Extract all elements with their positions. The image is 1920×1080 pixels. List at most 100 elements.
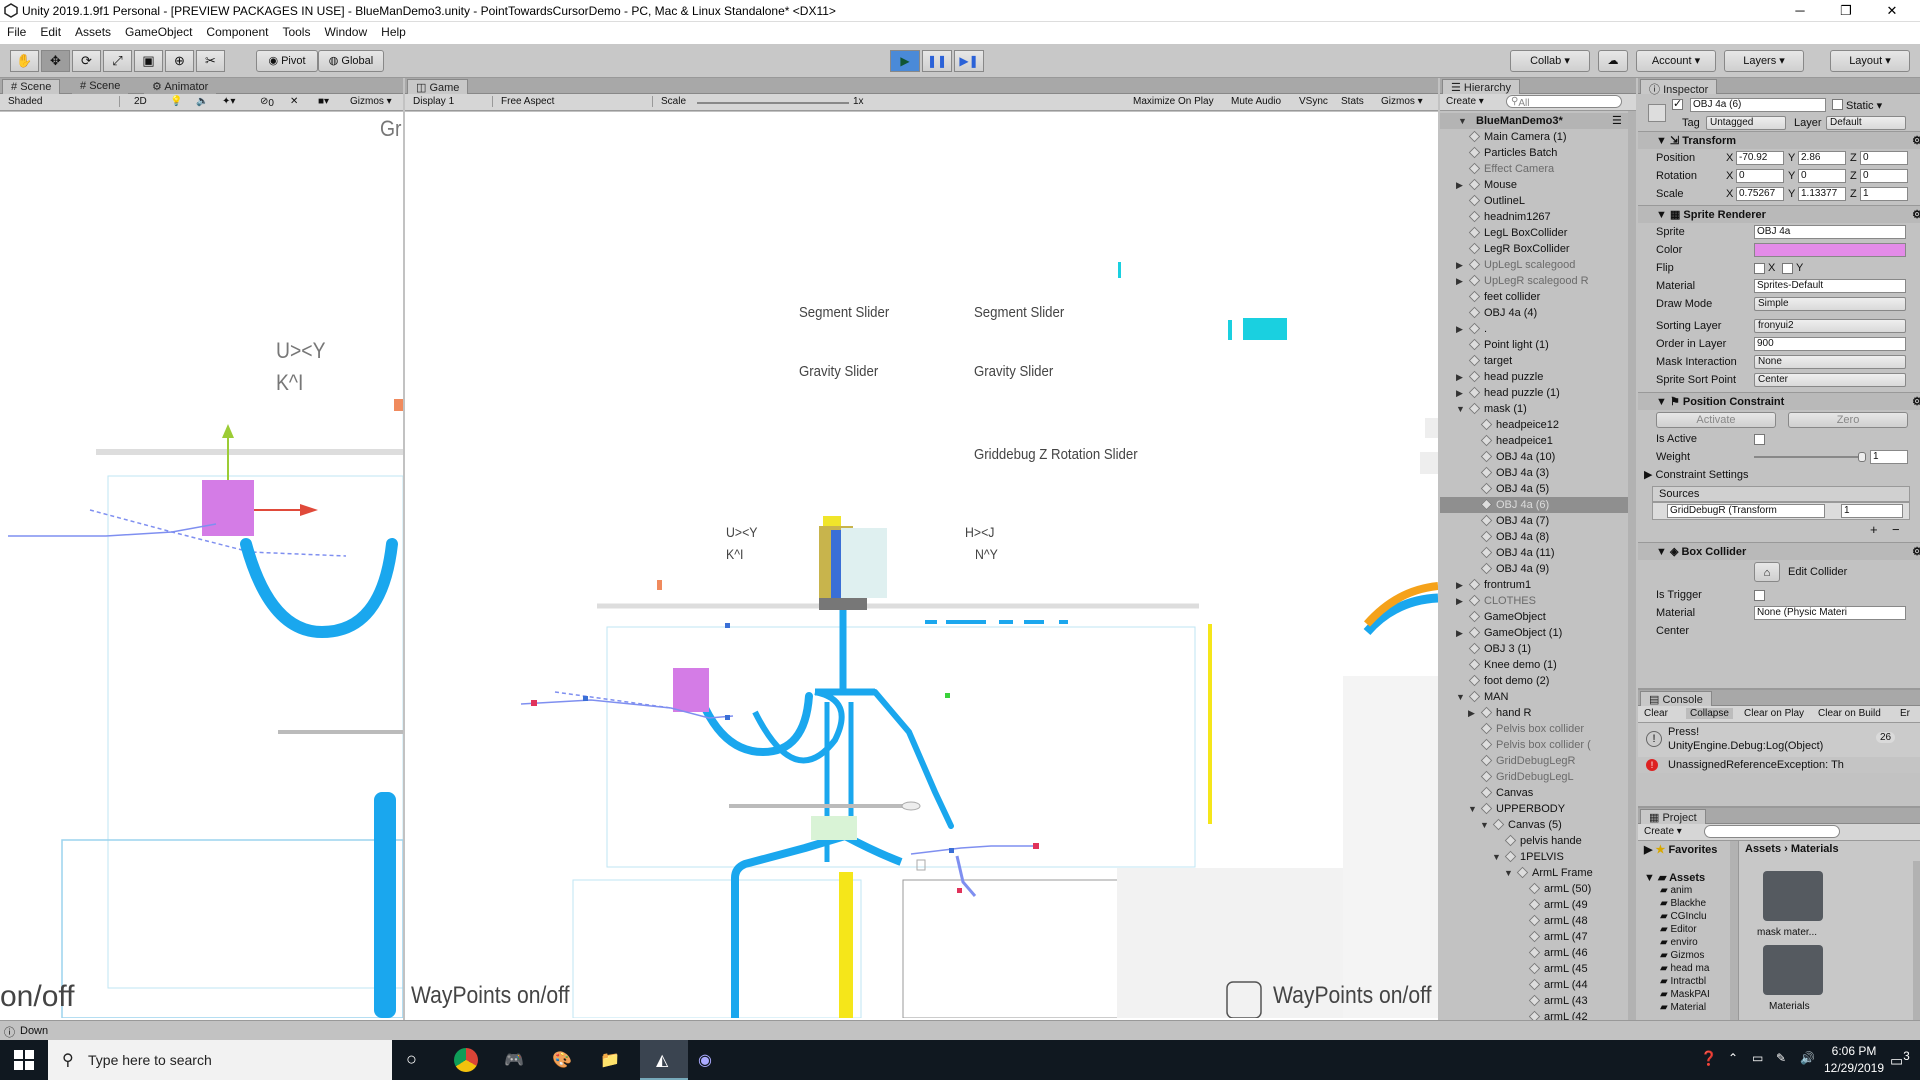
tab-project[interactable]: ▦ Project xyxy=(1640,809,1706,824)
position-z-field[interactable]: 0 xyxy=(1860,151,1908,165)
hierarchy-item[interactable]: OBJ 4a (10) xyxy=(1440,449,1636,465)
mute-audio-toggle[interactable]: Mute Audio xyxy=(1231,96,1281,107)
hierarchy-item[interactable]: Canvas xyxy=(1440,785,1636,801)
hierarchy-search-input[interactable]: ⚲ All xyxy=(1506,95,1622,109)
paint-icon[interactable]: 🎨 xyxy=(552,1050,572,1070)
position-y-field[interactable]: 2.86 xyxy=(1798,151,1846,165)
notifications-icon[interactable]: ▭3 xyxy=(1890,1050,1910,1070)
clock-date[interactable]: 12/29/2019 xyxy=(1822,1061,1886,1075)
hierarchy-item[interactable]: ▼ UPPERBODY xyxy=(1440,801,1636,817)
scene-root[interactable]: ▼ BlueManDemo3* ☰ xyxy=(1440,113,1630,129)
hierarchy-item[interactable]: GridDebugLegL xyxy=(1440,769,1636,785)
hierarchy-item[interactable]: armL (50) xyxy=(1440,881,1636,897)
add-source-button[interactable]: + xyxy=(1870,522,1878,537)
project-folder-item[interactable]: ▰ CGInclu xyxy=(1660,911,1707,922)
console-clear-button[interactable]: Clear xyxy=(1644,708,1668,719)
scene-gizmos-dropdown[interactable]: Gizmos ▾ xyxy=(350,96,392,107)
hierarchy-item[interactable]: ▶ UpLegL scalegood xyxy=(1440,257,1636,273)
object-name-field[interactable]: OBJ 4a (6) xyxy=(1690,98,1826,112)
menu-edit[interactable]: Edit xyxy=(33,22,68,42)
project-folder-item[interactable]: ▰ head ma xyxy=(1660,963,1709,974)
transform-settings-icon[interactable]: ⚙ xyxy=(1912,132,1920,150)
global-button[interactable]: ◍ Global xyxy=(318,50,384,72)
hierarchy-item[interactable]: foot demo (2) xyxy=(1440,673,1636,689)
project-tree-scrollbar[interactable] xyxy=(1730,841,1738,1020)
position-x-field[interactable]: -70.92 xyxy=(1736,151,1784,165)
console-clear-on-build[interactable]: Clear on Build xyxy=(1818,708,1881,719)
hierarchy-item[interactable]: Effect Camera xyxy=(1440,161,1636,177)
weight-field[interactable]: 1 xyxy=(1870,450,1908,464)
position-constraint-header[interactable]: ▼ ⚑ Position Constraint ⚙ xyxy=(1638,392,1920,410)
pause-button[interactable]: ❚❚ xyxy=(922,50,952,72)
menu-gameobject[interactable]: GameObject xyxy=(118,22,199,42)
hierarchy-item[interactable]: GameObject xyxy=(1440,609,1636,625)
hierarchy-item[interactable]: armL (49 xyxy=(1440,897,1636,913)
sprite-renderer-header[interactable]: ▼ ▦ Sprite Renderer ⚙ xyxy=(1638,205,1920,223)
project-folder-item[interactable]: ▰ Editor xyxy=(1660,924,1697,935)
hierarchy-item[interactable]: armL (44 xyxy=(1440,977,1636,993)
hierarchy-item[interactable]: OBJ 4a (8) xyxy=(1440,529,1636,545)
hierarchy-item[interactable]: Knee demo (1) xyxy=(1440,657,1636,673)
tab-animator[interactable]: ⚙ Animator xyxy=(144,79,217,94)
hierarchy-scrollbar[interactable] xyxy=(1628,111,1636,1020)
is-active-checkbox[interactable] xyxy=(1754,434,1765,445)
hierarchy-item[interactable]: headnim1267 xyxy=(1440,209,1636,225)
layer-dropdown[interactable]: Default xyxy=(1826,116,1906,130)
hierarchy-item[interactable]: OBJ 4a (4) xyxy=(1440,305,1636,321)
menu-component[interactable]: Component xyxy=(199,22,275,42)
pen-icon[interactable]: ✎ xyxy=(1776,1051,1786,1065)
box-settings-icon[interactable]: ⚙ xyxy=(1912,543,1920,561)
color-swatch[interactable] xyxy=(1754,243,1906,257)
hierarchy-item[interactable]: OBJ 4a (7) xyxy=(1440,513,1636,529)
hierarchy-item[interactable]: OBJ 4a (6) xyxy=(1440,497,1630,513)
hierarchy-item[interactable]: LegL BoxCollider xyxy=(1440,225,1636,241)
edit-collider-icon[interactable]: ⌂ xyxy=(1754,562,1780,582)
2d-toggle[interactable]: 2D xyxy=(134,96,147,107)
tag-dropdown[interactable]: Untagged xyxy=(1706,116,1786,130)
material-field[interactable]: Sprites-Default xyxy=(1754,279,1906,293)
audio-icon[interactable]: 🔈 xyxy=(196,96,208,107)
scale-tool-icon[interactable]: ⤢ xyxy=(103,50,132,72)
hierarchy-item[interactable]: armL (43 xyxy=(1440,993,1636,1009)
expand-arrow-icon[interactable]: ▶ xyxy=(1456,385,1463,401)
rotation-y-field[interactable]: 0 xyxy=(1798,169,1846,183)
pivot-button[interactable]: ◉ Pivot xyxy=(256,50,318,72)
scale-z-field[interactable]: 1 xyxy=(1860,187,1908,201)
project-folder-item[interactable]: ▰ Blackhe xyxy=(1660,898,1706,909)
project-folder-item[interactable]: ▰ MaskPAI xyxy=(1660,989,1710,1000)
expand-arrow-icon[interactable]: ▶ xyxy=(1468,705,1475,721)
project-folder-item[interactable]: ▰ enviro xyxy=(1660,937,1698,948)
network-icon[interactable]: ▭ xyxy=(1752,1051,1763,1065)
hierarchy-item[interactable]: Pelvis box collider xyxy=(1440,721,1636,737)
zero-button[interactable]: Zero xyxy=(1788,412,1908,428)
hierarchy-item[interactable]: ▶ hand R xyxy=(1440,705,1636,721)
transform-header[interactable]: ▼ ⇲ Transform ⚙ xyxy=(1638,131,1920,149)
tab-inspector[interactable]: ⓘ Inspector xyxy=(1640,79,1718,96)
gameobject-active-checkbox[interactable] xyxy=(1672,97,1683,110)
light-icon[interactable]: 💡 xyxy=(170,96,182,107)
hierarchy-item[interactable]: ▶ UpLegR scalegood R xyxy=(1440,273,1636,289)
step-button[interactable]: ▶❚ xyxy=(954,50,984,72)
expand-arrow-icon[interactable]: ▶ xyxy=(1456,625,1463,641)
is-trigger-checkbox[interactable] xyxy=(1754,590,1765,601)
clock-time[interactable]: 6:06 PM xyxy=(1822,1044,1886,1058)
app-icon-1[interactable]: 🎮 xyxy=(504,1050,524,1070)
rect-tool-icon[interactable]: ▣ xyxy=(134,50,163,72)
waypoints-toggle-label-1[interactable]: WayPoints on/off xyxy=(411,982,569,1010)
hierarchy-item[interactable]: armL (47 xyxy=(1440,929,1636,945)
volume-icon[interactable]: 🔊 xyxy=(1800,1051,1815,1065)
project-folder-item[interactable]: ▰ Material xyxy=(1660,1002,1706,1013)
order-field[interactable]: 900 xyxy=(1754,337,1906,351)
weight-slider-handle[interactable] xyxy=(1858,452,1866,462)
stats-toggle[interactable]: Stats xyxy=(1341,96,1364,107)
maximize-button[interactable]: ❐ xyxy=(1823,0,1869,22)
fx-icon[interactable]: ✦▾ xyxy=(222,96,235,107)
hidden-icon[interactable]: ⊘ 0 xyxy=(260,96,274,109)
project-folder-item[interactable]: ▰ anim xyxy=(1660,885,1692,896)
hierarchy-item[interactable]: OutlineL xyxy=(1440,193,1636,209)
box-collider-header[interactable]: ▼ ◈ Box Collider ⚙ xyxy=(1638,542,1920,560)
hierarchy-item[interactable]: Main Camera (1) xyxy=(1440,129,1636,145)
hierarchy-item[interactable]: ▼ Canvas (5) xyxy=(1440,817,1636,833)
maximize-on-play-toggle[interactable]: Maximize On Play xyxy=(1133,96,1214,107)
hierarchy-item[interactable]: Pelvis box collider ( xyxy=(1440,737,1636,753)
